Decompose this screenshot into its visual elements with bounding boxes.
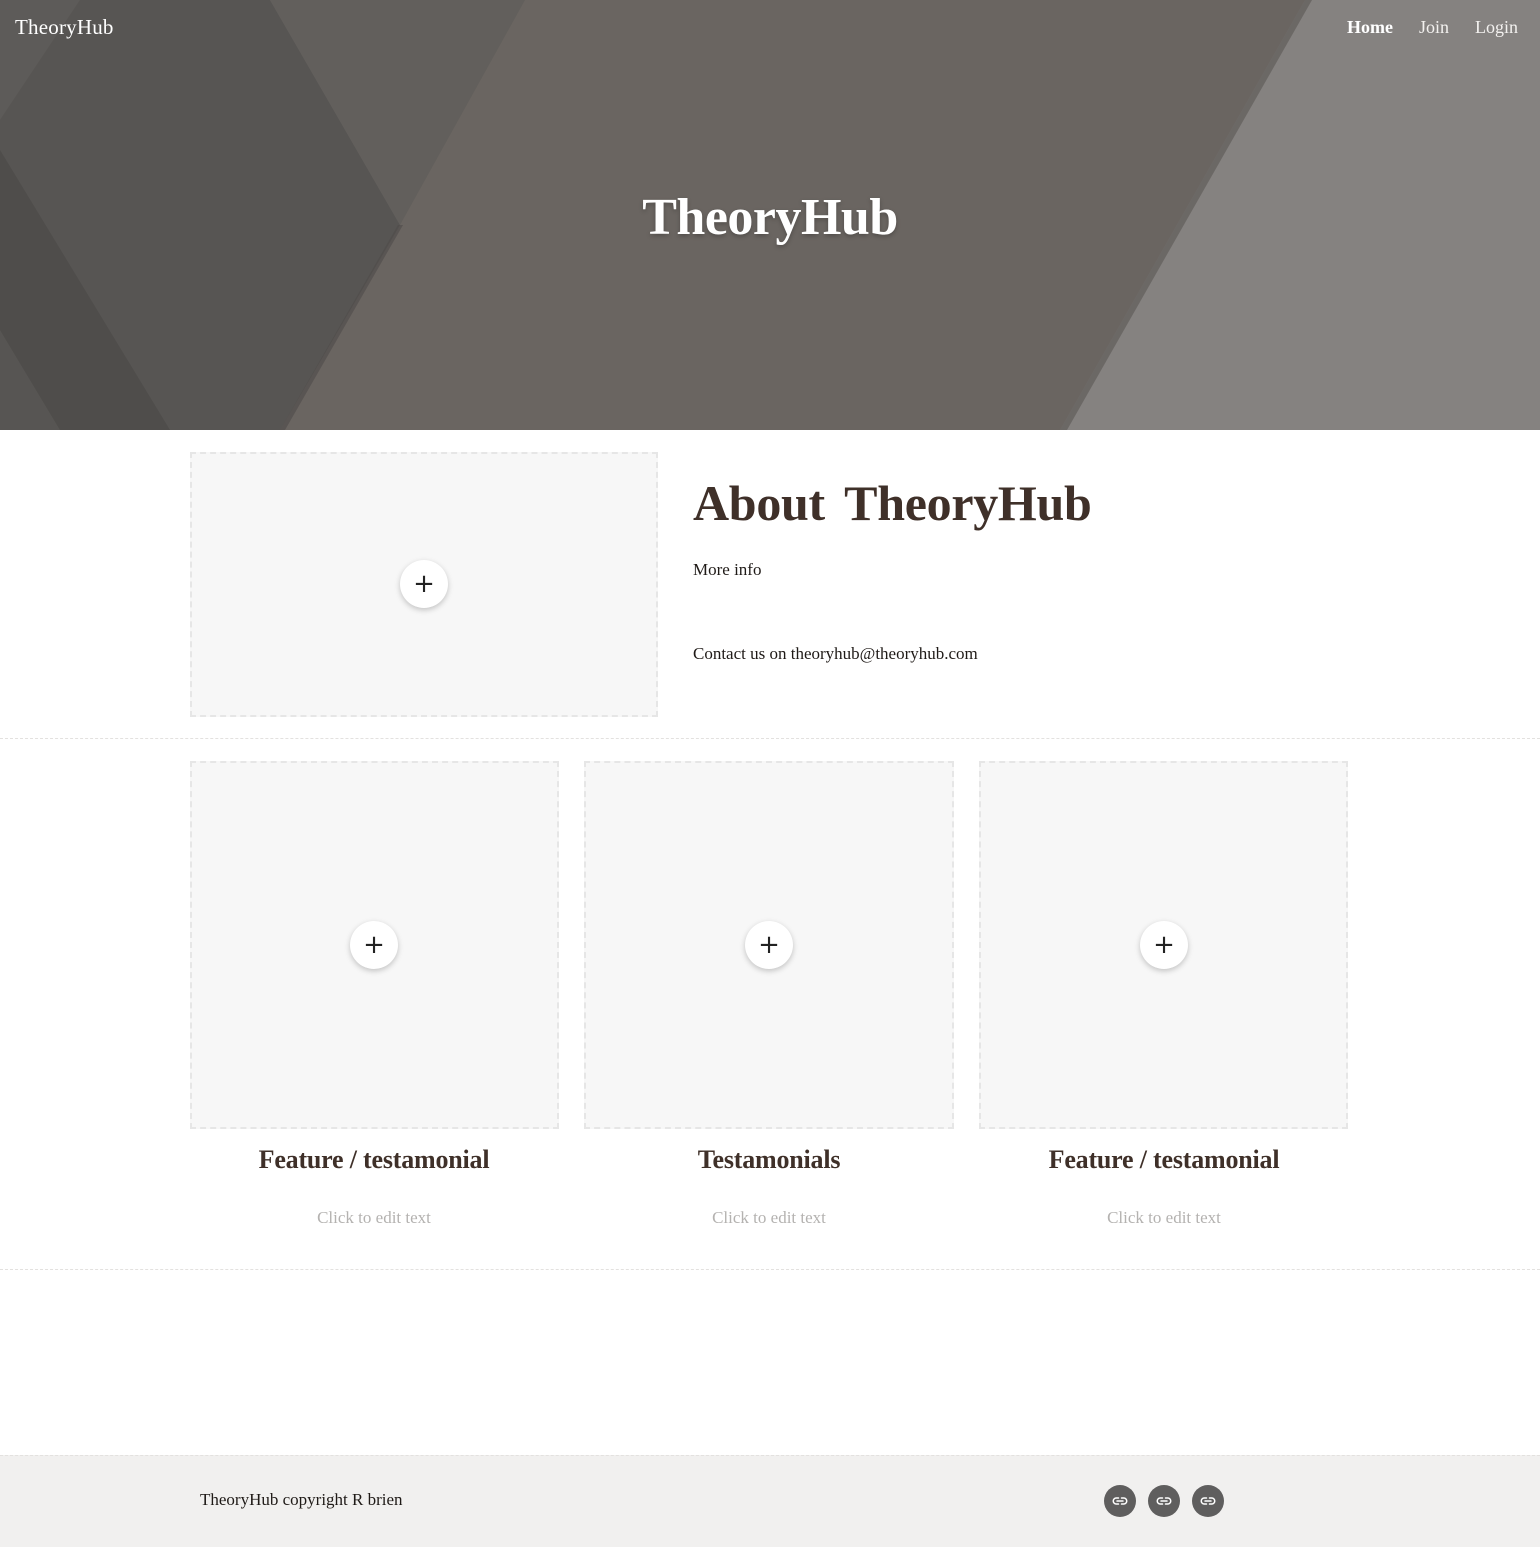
hero-banner: TheoryHub Home Join Login TheoryHub xyxy=(0,0,1540,430)
link-icon xyxy=(1200,1497,1216,1505)
add-image-button[interactable]: + xyxy=(1140,921,1188,969)
feature-3-image-placeholder[interactable]: + xyxy=(979,761,1348,1129)
social-link-2[interactable] xyxy=(1148,1485,1180,1517)
feature-3-text[interactable]: Click to edit text xyxy=(979,1208,1349,1228)
feature-2-image-placeholder[interactable]: + xyxy=(584,761,954,1129)
feature-1-image-placeholder[interactable]: + xyxy=(190,761,559,1129)
nav-home-link[interactable]: Home xyxy=(1347,17,1393,38)
plus-icon: + xyxy=(758,930,780,960)
add-image-button[interactable]: + xyxy=(745,921,793,969)
footer: TheoryHub copyright R brien xyxy=(0,1455,1540,1547)
site-name-link[interactable]: TheoryHub xyxy=(15,15,114,40)
about-more-info: More info xyxy=(693,560,762,579)
plus-icon: + xyxy=(363,930,385,960)
features-section: + Feature / testamonial Click to edit te… xyxy=(0,739,1540,1270)
plus-icon: + xyxy=(413,569,435,599)
social-link-3[interactable] xyxy=(1192,1485,1224,1517)
add-image-button[interactable]: + xyxy=(400,560,448,608)
about-contact: Contact us on theoryhub@theoryhub.com xyxy=(693,644,978,663)
footer-copyright: TheoryHub copyright R brien xyxy=(200,1490,403,1509)
about-title: About TheoryHub xyxy=(693,475,1092,531)
feature-1-title: Feature / testamonial xyxy=(258,1145,490,1174)
feature-1-text[interactable]: Click to edit text xyxy=(189,1208,559,1228)
link-icon xyxy=(1112,1497,1128,1505)
feature-2-text[interactable]: Click to edit text xyxy=(584,1208,954,1228)
feature-3-title: Feature / testamonial xyxy=(1048,1145,1280,1174)
plus-icon: + xyxy=(1153,930,1175,960)
hero-title: TheoryHub xyxy=(642,189,898,246)
add-image-button[interactable]: + xyxy=(350,921,398,969)
nav-login-link[interactable]: Login xyxy=(1475,17,1518,38)
social-link-1[interactable] xyxy=(1104,1485,1136,1517)
about-image-placeholder[interactable]: + xyxy=(190,452,658,717)
link-icon xyxy=(1156,1497,1172,1505)
nav-join-link[interactable]: Join xyxy=(1419,17,1449,38)
main-nav: Home Join Login xyxy=(1347,17,1518,38)
about-section: + About TheoryHub More info Contact us o… xyxy=(0,430,1540,739)
feature-2-title: Testamonials xyxy=(697,1145,841,1174)
